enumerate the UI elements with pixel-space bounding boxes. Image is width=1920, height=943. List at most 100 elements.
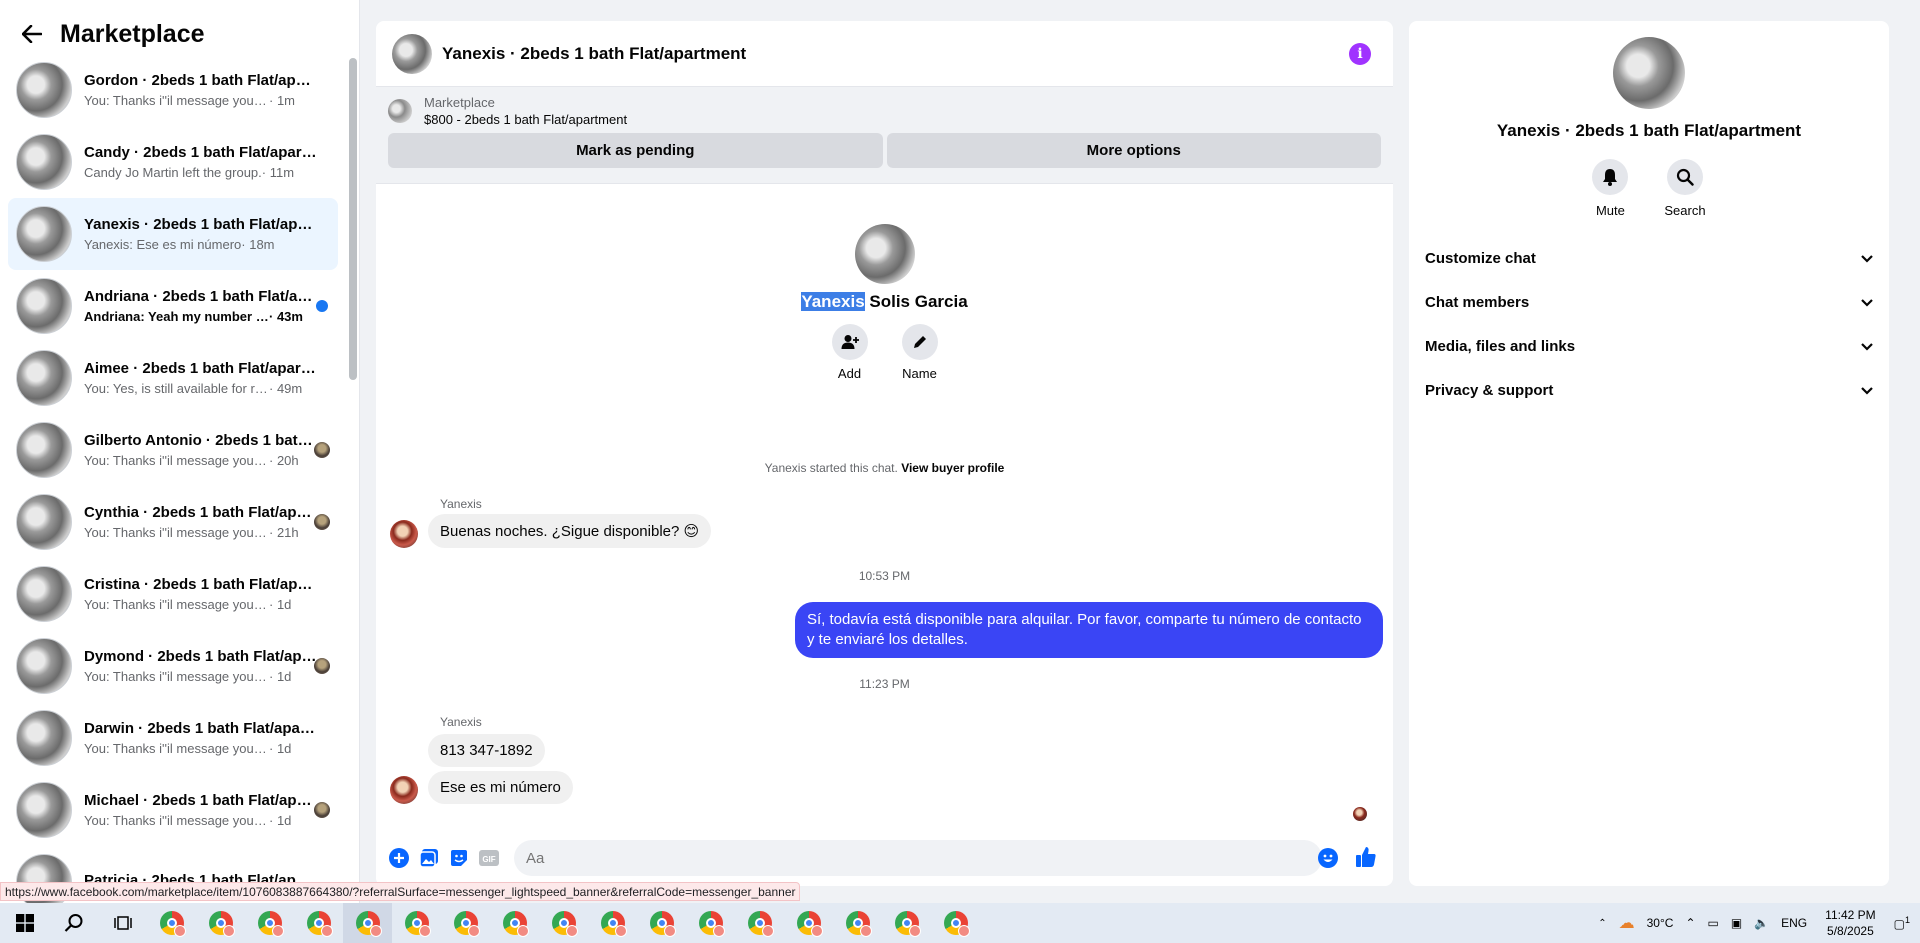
conversation-item[interactable]: Gilberto Antonio · 2beds 1 bath Flat/apa… bbox=[8, 414, 338, 486]
info-icon[interactable]: i bbox=[1349, 43, 1371, 65]
conversation-name: Gilberto Antonio · 2beds 1 bath Flat/apa… bbox=[84, 432, 319, 449]
mark-as-pending-button[interactable]: Mark as pending bbox=[388, 133, 883, 168]
battery-icon[interactable]: ▭ bbox=[1708, 916, 1719, 930]
chevron-up-icon[interactable]: ⌃ bbox=[1598, 918, 1606, 929]
chrome-taskbar-icon[interactable] bbox=[539, 903, 588, 943]
mute-label: Mute bbox=[1595, 203, 1625, 218]
incoming-message[interactable]: 813 347-1892 bbox=[428, 734, 545, 767]
profile-badge bbox=[174, 925, 186, 937]
read-receipt-avatar bbox=[314, 658, 330, 674]
conversation-item[interactable]: Aimee · 2beds 1 bath Flat/apartment You: … bbox=[8, 342, 338, 414]
weather-temp[interactable]: 30°C bbox=[1647, 916, 1674, 930]
mute-button[interactable]: Mute bbox=[1592, 159, 1629, 218]
section-media-files-links[interactable]: Media, files and links bbox=[1425, 324, 1873, 368]
message-input[interactable] bbox=[514, 840, 1322, 876]
sender-label: Yanexis bbox=[440, 715, 482, 729]
network-icon[interactable]: ▣ bbox=[1731, 916, 1742, 930]
profile-last-name: Solis Garcia bbox=[864, 292, 968, 311]
conversation-item[interactable]: Andriana · 2beds 1 bath Flat/apartment An… bbox=[8, 270, 338, 342]
outgoing-message[interactable]: Sí, todavía está disponible para alquila… bbox=[795, 602, 1383, 658]
edit-name-button[interactable]: Name bbox=[901, 324, 938, 381]
sender-avatar[interactable] bbox=[390, 520, 418, 548]
listing-row[interactable]: Marketplace $800 - 2beds 1 bath Flat/apa… bbox=[388, 95, 1381, 127]
section-customize-chat[interactable]: Customize chat bbox=[1425, 236, 1873, 280]
conversation-item[interactable]: Gordon · 2beds 1 bath Flat/apartment You:… bbox=[8, 54, 338, 126]
chat-avatar[interactable] bbox=[392, 33, 432, 74]
notification-icon[interactable]: ▢1 bbox=[1894, 915, 1910, 931]
conversation-avatar bbox=[16, 278, 72, 334]
chrome-taskbar-icon[interactable] bbox=[686, 903, 735, 943]
conversation-item[interactable]: Michael · 2beds 1 bath Flat/apartment You… bbox=[8, 774, 338, 846]
chrome-taskbar-icon[interactable] bbox=[294, 903, 343, 943]
windows-taskbar: ⌃ ☁ 30°C ⌃ ▭ ▣ 🔈 ENG 11:42 PM 5/8/2025 ▢… bbox=[0, 903, 1920, 943]
sidebar-scrollbar[interactable] bbox=[349, 58, 357, 380]
conversation-item[interactable]: Dymond · 2beds 1 bath Flat/apartment You:… bbox=[8, 630, 338, 702]
conversation-preview: Andriana: Yeah my number is 123 · 43m bbox=[84, 309, 319, 324]
preview-time: · 1d bbox=[269, 597, 292, 612]
chrome-taskbar-icon[interactable] bbox=[441, 903, 490, 943]
sender-avatar[interactable] bbox=[390, 776, 418, 804]
conversation-item[interactable]: Candy · 2beds 1 bath Flat/apartment Candy… bbox=[8, 126, 338, 198]
tray-overflow-icon[interactable]: ⌃ bbox=[1685, 916, 1695, 930]
profile-actions: Add Name bbox=[376, 324, 1393, 381]
search-icon[interactable] bbox=[49, 903, 98, 943]
chrome-taskbar-icon[interactable] bbox=[392, 903, 441, 943]
section-privacy-support[interactable]: Privacy & support bbox=[1425, 368, 1873, 412]
windows-start-icon[interactable] bbox=[0, 903, 49, 943]
view-buyer-profile-link[interactable]: View buyer profile bbox=[901, 461, 1004, 475]
pencil-icon bbox=[901, 324, 938, 360]
sticker-icon[interactable] bbox=[447, 846, 471, 870]
chrome-taskbar-icon[interactable] bbox=[147, 903, 196, 943]
plus-circle-icon[interactable] bbox=[387, 846, 411, 870]
search-button[interactable]: Search bbox=[1664, 159, 1706, 218]
preview-time: · 1d bbox=[269, 669, 292, 684]
section-label: Customize chat bbox=[1425, 249, 1536, 267]
chrome-taskbar-icon[interactable] bbox=[245, 903, 294, 943]
preview-text: You: Thanks i''il message you in a momen… bbox=[84, 453, 269, 468]
conversation-name: Cynthia · 2beds 1 bath Flat/apartment bbox=[84, 504, 319, 521]
language-indicator[interactable]: ENG bbox=[1781, 916, 1807, 930]
chrome-taskbar-icon[interactable] bbox=[196, 903, 245, 943]
weather-icon[interactable]: ☁ bbox=[1619, 913, 1635, 933]
preview-time: · 43m bbox=[269, 309, 303, 324]
chrome-taskbar-icon[interactable] bbox=[490, 903, 539, 943]
volume-icon[interactable]: 🔈 bbox=[1754, 916, 1769, 930]
conversation-item[interactable]: Cynthia · 2beds 1 bath Flat/apartment You… bbox=[8, 486, 338, 558]
add-person-icon bbox=[831, 324, 868, 360]
photo-icon[interactable] bbox=[417, 846, 441, 870]
chrome-taskbar-icon[interactable] bbox=[637, 903, 686, 943]
back-arrow-icon[interactable] bbox=[18, 20, 46, 48]
profile-avatar[interactable] bbox=[854, 224, 915, 284]
add-people-button[interactable]: Add bbox=[831, 324, 868, 381]
incoming-message[interactable]: Buenas noches. ¿Sigue disponible? 😊 bbox=[428, 514, 712, 548]
incoming-message[interactable]: Ese es mi número bbox=[428, 771, 573, 804]
thumbs-up-icon[interactable] bbox=[1354, 845, 1378, 869]
task-view-icon[interactable] bbox=[98, 903, 147, 943]
section-chat-members[interactable]: Chat members bbox=[1425, 280, 1873, 324]
conversation-avatar bbox=[16, 62, 72, 118]
chevron-down-icon bbox=[1861, 338, 1873, 355]
chrome-taskbar-icon[interactable] bbox=[343, 903, 392, 943]
sidebar-title: Marketplace bbox=[60, 19, 205, 48]
chrome-taskbar-icon[interactable] bbox=[735, 903, 784, 943]
conversation-item[interactable]: Darwin · 2beds 1 bath Flat/apartment You:… bbox=[8, 702, 338, 774]
chrome-taskbar-icon[interactable] bbox=[784, 903, 833, 943]
conversation-item[interactable]: Yanexis · 2beds 1 bath Flat/apartment Yan… bbox=[8, 198, 338, 270]
chrome-taskbar-icon[interactable] bbox=[882, 903, 931, 943]
conversation-name: Aimee · 2beds 1 bath Flat/apartment bbox=[84, 360, 319, 377]
gif-icon[interactable]: GIF bbox=[477, 846, 501, 870]
conversation-item[interactable]: Cristina · 2beds 1 bath Flat/apartment Yo… bbox=[8, 558, 338, 630]
chat-title[interactable]: Yanexis · 2beds 1 bath Flat/apartment bbox=[442, 44, 746, 64]
taskbar-clock[interactable]: 11:42 PM 5/8/2025 bbox=[1825, 907, 1875, 939]
conversation-text: Michael · 2beds 1 bath Flat/apartment You… bbox=[84, 792, 319, 828]
profile-name: Yanexis Solis Garcia bbox=[376, 292, 1393, 312]
chrome-taskbar-icon[interactable] bbox=[931, 903, 980, 943]
more-options-button[interactable]: More options bbox=[886, 133, 1381, 168]
details-avatar[interactable] bbox=[1613, 37, 1685, 109]
chrome-taskbar-icon[interactable] bbox=[833, 903, 882, 943]
read-receipt-avatar bbox=[314, 442, 330, 458]
conversation-avatar bbox=[16, 134, 72, 190]
conversation-name: Yanexis · 2beds 1 bath Flat/apartment bbox=[84, 216, 319, 233]
chrome-taskbar-icon[interactable] bbox=[588, 903, 637, 943]
emoji-icon[interactable] bbox=[1316, 846, 1340, 870]
